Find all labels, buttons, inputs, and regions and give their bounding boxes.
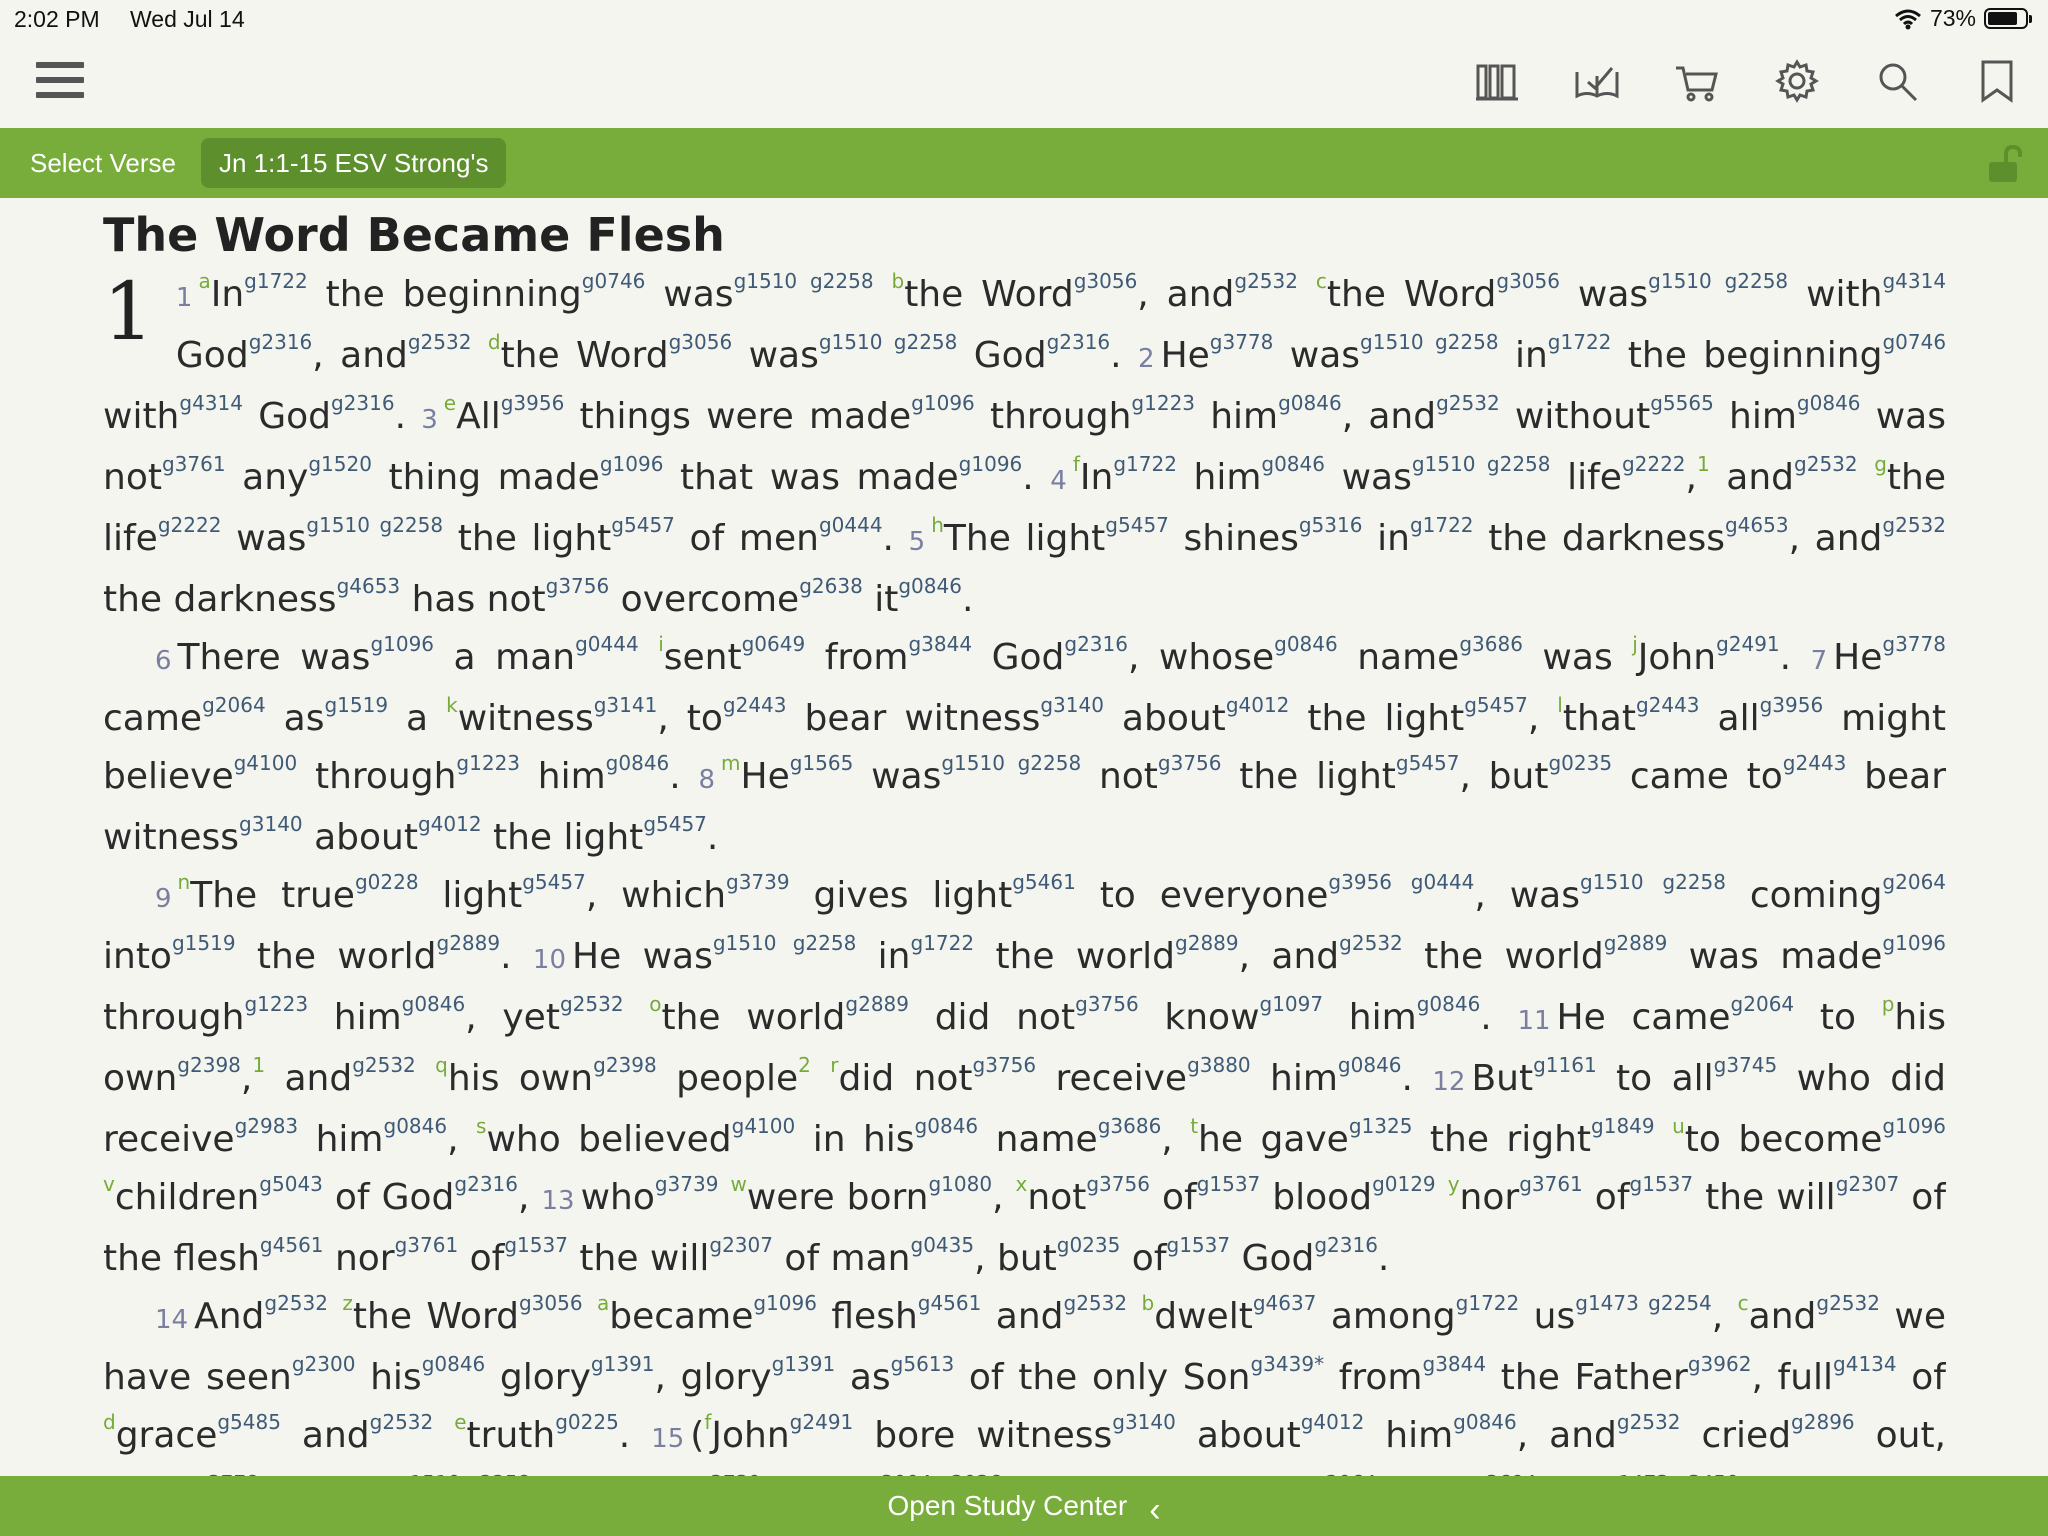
battery-icon xyxy=(1984,8,2032,29)
scripture-text-panel[interactable]: The Word Became Flesh 1 1aIng1722 the beg… xyxy=(103,198,1946,1476)
paragraph-4: 14 Andg2532 zthe Wordg3056 abecameg1096 f… xyxy=(103,1291,1946,1476)
passage-reference-button[interactable]: Jn 1:1-15 ESV Strong's xyxy=(201,138,507,188)
section-heading: The Word Became Flesh xyxy=(103,208,725,262)
open-study-center-button[interactable]: Open Study Center ‹ xyxy=(0,1476,2048,1536)
cart-icon[interactable] xyxy=(1674,58,1720,104)
settings-gear-icon[interactable] xyxy=(1774,58,1820,104)
passage-nav-bar: Select Verse Jn 1:1-15 ESV Strong's xyxy=(0,128,2048,198)
search-icon[interactable] xyxy=(1874,58,1920,104)
chevron-left-icon: ‹ xyxy=(1149,1491,1161,1530)
status-bar: 2:02 PM Wed Jul 14 73% xyxy=(0,0,2048,38)
toolbar-icons xyxy=(1474,58,2020,104)
hamburger-menu-icon[interactable] xyxy=(36,62,84,104)
paragraph-3: 9nThe trueg0228 lightg5457, whichg3739 g… xyxy=(103,870,1946,1279)
status-time: 2:02 PM xyxy=(14,6,100,32)
top-toolbar xyxy=(0,38,2048,128)
status-date: Wed Jul 14 xyxy=(130,6,245,32)
wifi-icon xyxy=(1894,9,1921,29)
reading-plans-icon[interactable] xyxy=(1574,58,1620,104)
library-icon[interactable] xyxy=(1474,58,1520,104)
chapter-number: 1 xyxy=(103,265,154,358)
paragraph-2: 6 There wasg1096 a mang0444 isentg0649 fr… xyxy=(103,632,1946,858)
paragraph-1: 1 1aIng1722 the beginningg0746 wasg1510 g… xyxy=(103,265,1946,620)
status-right: 73% xyxy=(1894,5,2032,32)
bookmark-icon[interactable] xyxy=(1974,58,2020,104)
battery-percent: 73% xyxy=(1929,5,1976,31)
unlock-icon[interactable] xyxy=(1986,144,2024,184)
select-verse-button[interactable]: Select Verse xyxy=(30,148,176,179)
open-study-center-label: Open Study Center xyxy=(887,1490,1128,1521)
